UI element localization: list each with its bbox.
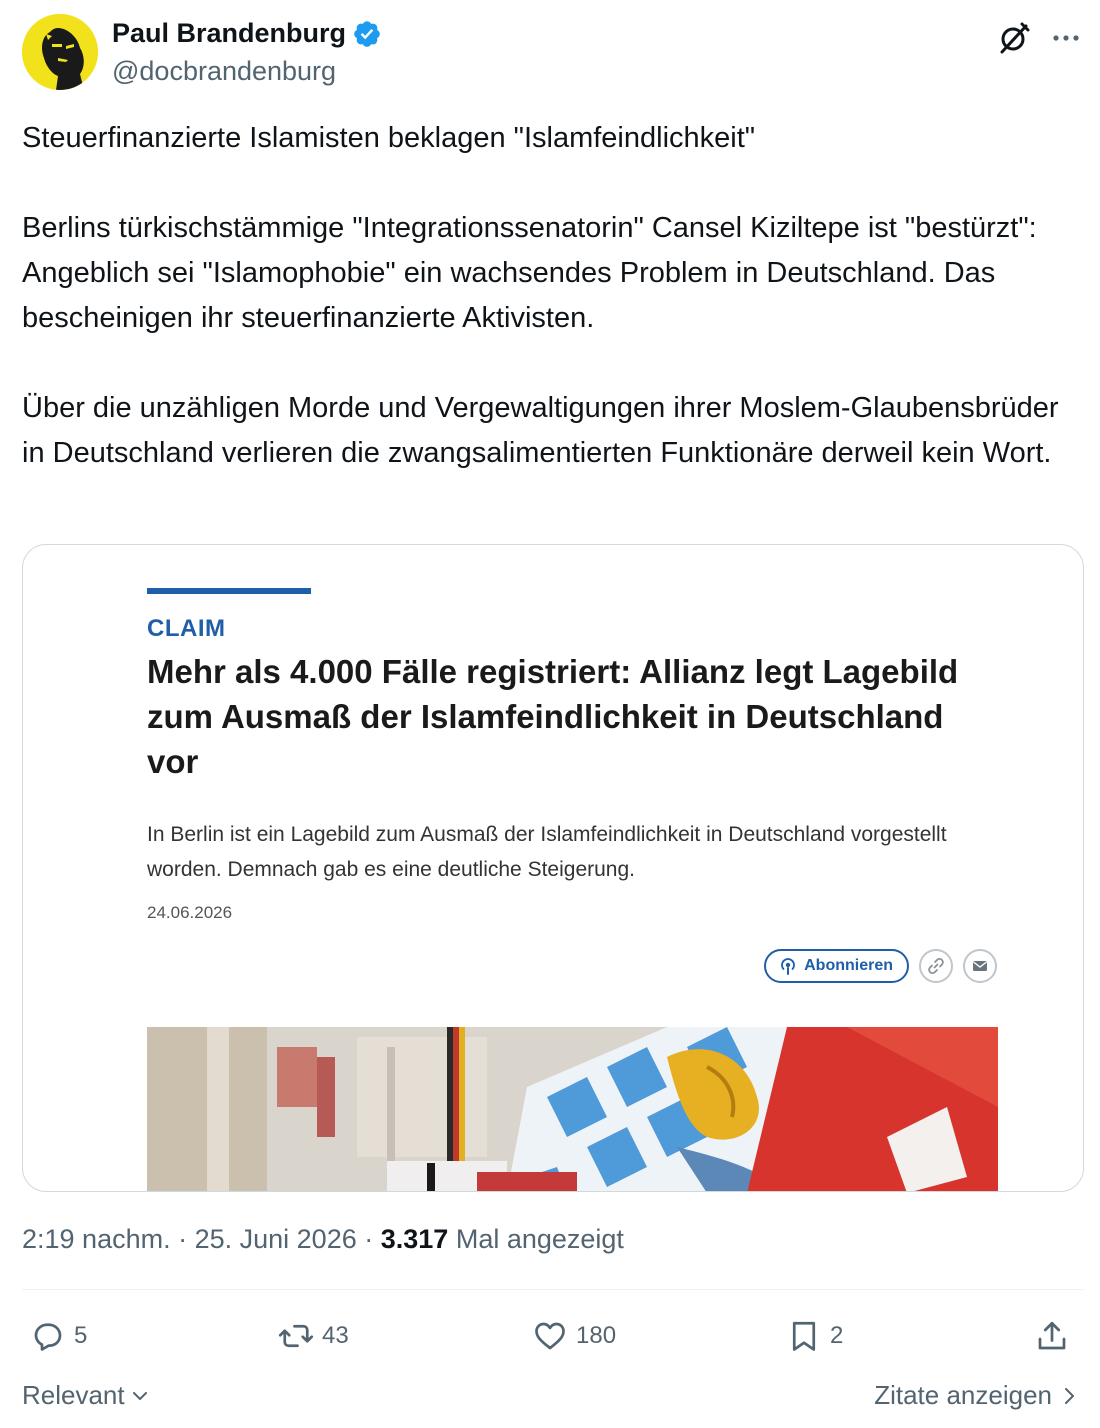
divider (22, 1289, 1084, 1290)
subscribe-label: Abonnieren (804, 957, 893, 974)
tweet-paragraph: Über die unzähligen Morde und Vergewalti… (22, 392, 1059, 469)
views-count: 3.317 (380, 1224, 449, 1254)
article-teaser: In Berlin ist ein Lagebild zum Ausmaß de… (147, 823, 947, 881)
podcast-icon (781, 958, 795, 975)
views-label: Mal angezeigt (455, 1224, 624, 1254)
verified-badge-icon[interactable] (352, 19, 382, 49)
share-icon (1038, 1321, 1066, 1350)
avatar-portrait-icon (22, 14, 98, 90)
tweet-meta: 2:19 nachm. · 25. Juni 2026 · 3.317 Mal … (22, 1224, 624, 1255)
view-quotes-label: Zitate anzeigen (874, 1380, 1052, 1410)
tweet-time[interactable]: 2:19 nachm. (22, 1224, 171, 1255)
reply-button[interactable]: 5 (30, 1310, 87, 1362)
copy-link-button (919, 949, 953, 983)
embedded-article-image[interactable]: CLAIM Mehr als 4.000 Fälle registriert: … (22, 544, 1084, 1192)
share-button[interactable] (1034, 1310, 1070, 1362)
grok-icon[interactable] (996, 20, 1032, 56)
reply-count: 5 (74, 1322, 88, 1349)
article-share-actions: Abonnieren (764, 949, 997, 983)
repost-button[interactable]: 43 (278, 1310, 349, 1362)
tweet-action-bar: 5 43 180 2 (22, 1310, 1084, 1362)
mail-icon (973, 961, 987, 971)
like-count: 180 (576, 1322, 617, 1349)
author-handle[interactable]: @docbrandenburg (112, 56, 336, 87)
article-headline: Mehr als 4.000 Fälle registriert: Allian… (147, 653, 959, 780)
repost-count: 43 (322, 1322, 349, 1349)
tweet-text: Steuerfinanzierte Islamisten beklagen "I… (22, 116, 1082, 476)
chevron-down-icon (132, 1391, 147, 1400)
repost-icon (278, 1324, 314, 1348)
tweet-header: Paul Brandenburg @docbrandenburg (22, 14, 1084, 94)
tweet-date[interactable]: 25. Juni 2026 (195, 1224, 357, 1255)
reply-icon (34, 1323, 62, 1351)
meta-separator: · (356, 1224, 381, 1254)
author-name-row: Paul Brandenburg (112, 18, 382, 49)
avatar[interactable] (22, 14, 98, 90)
tweet-paragraph: Berlins türkischstämmige "Integrationsse… (22, 212, 1037, 334)
bookmark-button[interactable]: 2 (786, 1310, 843, 1362)
article-kicker: CLAIM (147, 615, 226, 642)
chevron-right-icon (1065, 1387, 1074, 1404)
bookmark-count: 2 (830, 1322, 844, 1349)
flags-photo-image (147, 1027, 998, 1191)
bookmark-icon (792, 1321, 816, 1351)
link-icon (928, 958, 944, 974)
article-photo (147, 1027, 998, 1191)
view-quotes-link[interactable]: Zitate anzeigen (874, 1380, 1078, 1411)
sort-label: Relevant (22, 1380, 125, 1410)
author-name[interactable]: Paul Brandenburg (112, 18, 346, 49)
like-button[interactable]: 180 (532, 1310, 616, 1362)
article-date: 24.06.2026 (147, 903, 233, 922)
tweet-paragraph: Steuerfinanzierte Islamisten beklagen "I… (22, 122, 756, 154)
sort-replies-dropdown[interactable]: Relevant (22, 1380, 151, 1411)
article-accent-bar (147, 588, 311, 594)
heart-icon (535, 1322, 565, 1350)
more-options-icon[interactable] (1048, 20, 1084, 56)
subscribe-button: Abonnieren (764, 949, 909, 983)
meta-separator: · (170, 1224, 195, 1254)
email-share-button (963, 949, 997, 983)
